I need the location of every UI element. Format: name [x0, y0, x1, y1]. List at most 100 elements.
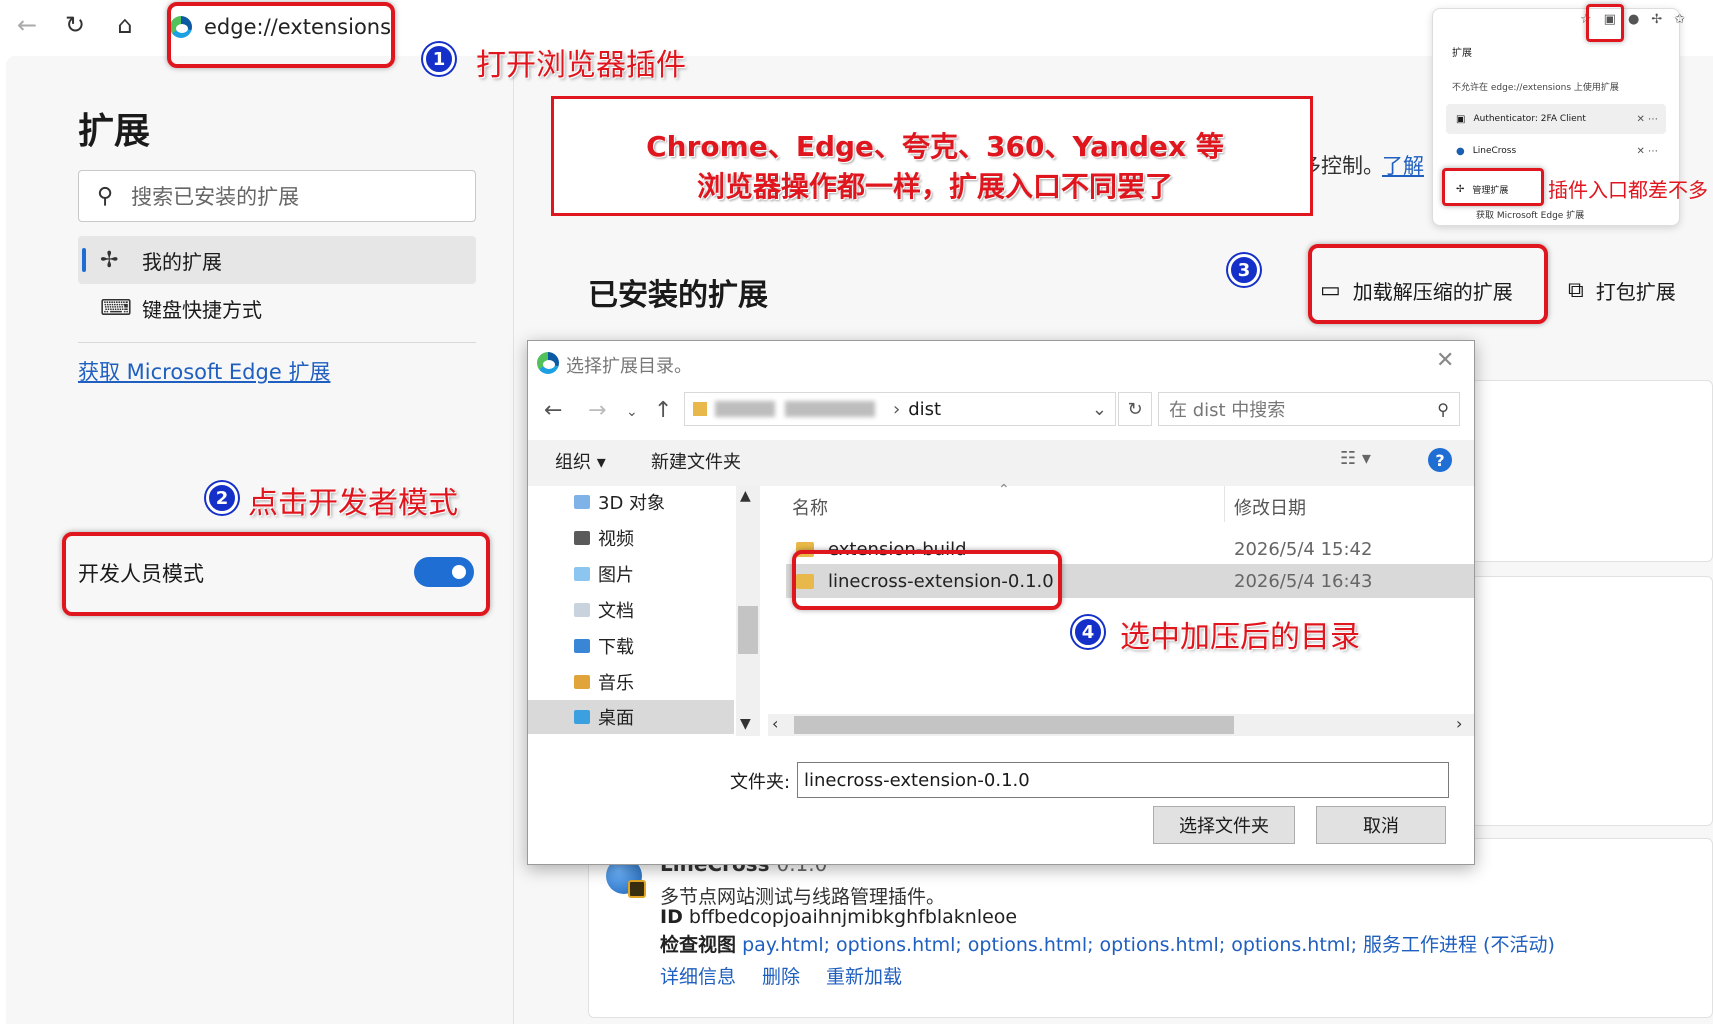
- reload-link[interactable]: 重新加载: [826, 962, 902, 989]
- tree-item[interactable]: 视频: [574, 522, 634, 554]
- favorites-icon[interactable]: ✩: [1674, 12, 1685, 27]
- step-badge-3: 3: [1228, 254, 1260, 286]
- annotation-open-extensions: 打开浏览器插件: [476, 48, 686, 83]
- view-options-icon[interactable]: ☷ ▾: [1340, 448, 1371, 469]
- cancel-button[interactable]: 取消: [1316, 806, 1446, 844]
- search-icon: ⚲: [97, 183, 114, 209]
- tree-item[interactable]: 图片: [574, 558, 634, 590]
- back-arrow-icon[interactable]: ←: [544, 398, 562, 423]
- column-date[interactable]: 修改日期: [1234, 494, 1306, 520]
- folder-icon: [693, 402, 707, 416]
- step-badge-4: 4: [1072, 616, 1104, 648]
- store-link[interactable]: 获取 Microsoft Edge 扩展: [78, 356, 330, 386]
- folder-label: 文件夹:: [730, 772, 791, 793]
- pack-extension-label: 打包扩展: [1595, 279, 1676, 304]
- tree-item-desktop[interactable]: 桌面: [574, 701, 634, 733]
- popup-subtitle: 不允许在 edge://extensions 上使用扩展: [1452, 83, 1619, 93]
- desktop-folder-icon: [574, 710, 590, 724]
- extension-description: 多节点网站测试与线路管理插件。: [660, 886, 946, 908]
- banner-line-2: 浏览器操作都一样，扩展入口不同罢了: [696, 170, 1173, 203]
- chevron-right-icon: ›: [893, 398, 901, 420]
- sidebar-item-my-extensions[interactable]: ✢ 我的扩展: [78, 236, 476, 284]
- note-banner: Chrome、Edge、夸克、360、Yandex 等 浏览器操作都一样，扩展入…: [551, 96, 1313, 216]
- scroll-up-icon[interactable]: ▲: [740, 488, 751, 504]
- back-arrow-icon[interactable]: ←: [10, 8, 44, 42]
- close-icon[interactable]: ✕: [1436, 348, 1454, 373]
- refresh-icon[interactable]: ↻: [58, 8, 92, 42]
- highlight-selected-folder: [792, 550, 1062, 610]
- tree-item[interactable]: 下载: [574, 630, 634, 662]
- annotation-dev-mode: 点击开发者模式: [248, 486, 458, 521]
- column-name[interactable]: 名称: [792, 494, 828, 520]
- highlight-dev-mode: [62, 532, 490, 616]
- search-input[interactable]: ⚲ 搜索已安装的扩展: [78, 170, 476, 222]
- file-list-scroll-thumb[interactable]: [794, 716, 1234, 734]
- refresh-icon[interactable]: ↻: [1118, 392, 1152, 426]
- tree-scroll-thumb[interactable]: [738, 606, 758, 654]
- up-arrow-icon[interactable]: ↑: [654, 398, 672, 423]
- highlight-extensions-icon: [1586, 4, 1624, 42]
- video-folder-icon: [574, 531, 590, 545]
- tree-item[interactable]: 3D 对象: [574, 486, 665, 518]
- sort-up-icon: ⌃: [998, 482, 1010, 498]
- path-bar[interactable]: › dist ⌄: [684, 392, 1116, 426]
- scroll-right-icon[interactable]: ›: [1456, 714, 1462, 733]
- help-icon[interactable]: ?: [1428, 448, 1452, 472]
- scroll-down-icon[interactable]: ▼: [740, 716, 751, 732]
- extension-id: ID bffbedcopjoaihnjmibkghfblaknleoe: [660, 906, 1018, 928]
- highlight-manage-extensions: [1442, 168, 1544, 206]
- dialog-title: 选择扩展目录。: [566, 356, 692, 377]
- dialog-search-input[interactable]: 在 dist 中搜索 ⚲: [1158, 392, 1460, 426]
- extensions-puzzle-icon[interactable]: ✢: [1651, 12, 1662, 27]
- sidebar-item-label: 键盘快捷方式: [142, 297, 262, 322]
- extension-actions: 详细信息 删除 重新加载: [660, 962, 902, 989]
- puzzle-icon: ✢: [100, 247, 119, 273]
- column-separator[interactable]: [1224, 486, 1225, 522]
- step-badge-1: 1: [423, 43, 455, 75]
- search-icon: ⚲: [1437, 399, 1449, 419]
- pin-more-icon[interactable]: ✕ ⋯: [1636, 114, 1658, 125]
- folder-icon: [574, 495, 590, 509]
- sidebar-item-keyboard-shortcuts[interactable]: ⌨ 键盘快捷方式: [78, 284, 476, 332]
- home-icon[interactable]: ⌂: [108, 8, 142, 42]
- learn-more-link[interactable]: 了解: [1382, 150, 1424, 180]
- keyboard-icon: ⌨: [100, 295, 132, 321]
- highlight-load-unpacked: [1308, 244, 1548, 324]
- details-link[interactable]: 详细信息: [660, 962, 736, 989]
- sidebar-title: 扩展: [78, 111, 151, 152]
- popup-title: 扩展: [1452, 48, 1472, 59]
- tree-item[interactable]: 文档: [574, 594, 634, 626]
- search-placeholder: 搜索已安装的扩展: [131, 185, 300, 209]
- popup-item-authenticator[interactable]: ▣ Authenticator: 2FA Client ✕ ⋯: [1446, 104, 1666, 134]
- annotation-entry-note: 插件入口都差不多: [1548, 178, 1708, 202]
- scroll-left-icon[interactable]: ‹: [772, 714, 778, 733]
- blurred-path: [715, 401, 775, 417]
- tree-item[interactable]: 音乐: [574, 666, 634, 698]
- select-folder-button[interactable]: 选择文件夹: [1153, 806, 1295, 844]
- sidebar-item-label: 我的扩展: [142, 249, 222, 274]
- forward-arrow-icon[interactable]: →: [588, 398, 606, 423]
- pin-more-icon[interactable]: ✕ ⋯: [1636, 146, 1658, 157]
- popup-item-linecross[interactable]: ● LineCross ✕ ⋯: [1446, 136, 1666, 166]
- sidebar-divider: [78, 342, 476, 343]
- chevron-down-icon[interactable]: ⌄: [1092, 399, 1107, 420]
- blurred-path: [785, 401, 875, 417]
- chevron-down-icon[interactable]: ⌄: [626, 404, 638, 420]
- picture-folder-icon: [574, 567, 590, 581]
- pack-extension-button[interactable]: ⧉ 打包扩展: [1568, 268, 1676, 312]
- remove-link[interactable]: 删除: [762, 962, 800, 989]
- folder-input[interactable]: linecross-extension-0.1.0: [797, 762, 1449, 798]
- inspect-views-links[interactable]: pay.html; options.html; options.html; op…: [742, 934, 1555, 956]
- inspect-views: 检查视图 pay.html; options.html; options.htm…: [660, 934, 1555, 956]
- organize-button[interactable]: 组织 ▾: [555, 448, 606, 474]
- linecross-icon[interactable]: ●: [1628, 12, 1639, 27]
- popup-store-link[interactable]: 获取 Microsoft Edge 扩展: [1476, 208, 1584, 221]
- authenticator-icon: ▣: [1456, 113, 1466, 125]
- banner-line-1: Chrome、Edge、夸克、360、Yandex 等: [646, 130, 1224, 163]
- edge-logo-icon: [537, 352, 559, 374]
- new-folder-button[interactable]: 新建文件夹: [651, 448, 741, 474]
- step-badge-2: 2: [206, 482, 238, 514]
- installed-extensions-title: 已安装的扩展: [588, 278, 768, 313]
- highlight-address: [167, 2, 395, 68]
- annotation-select-folder: 选中加压后的目录: [1120, 620, 1360, 655]
